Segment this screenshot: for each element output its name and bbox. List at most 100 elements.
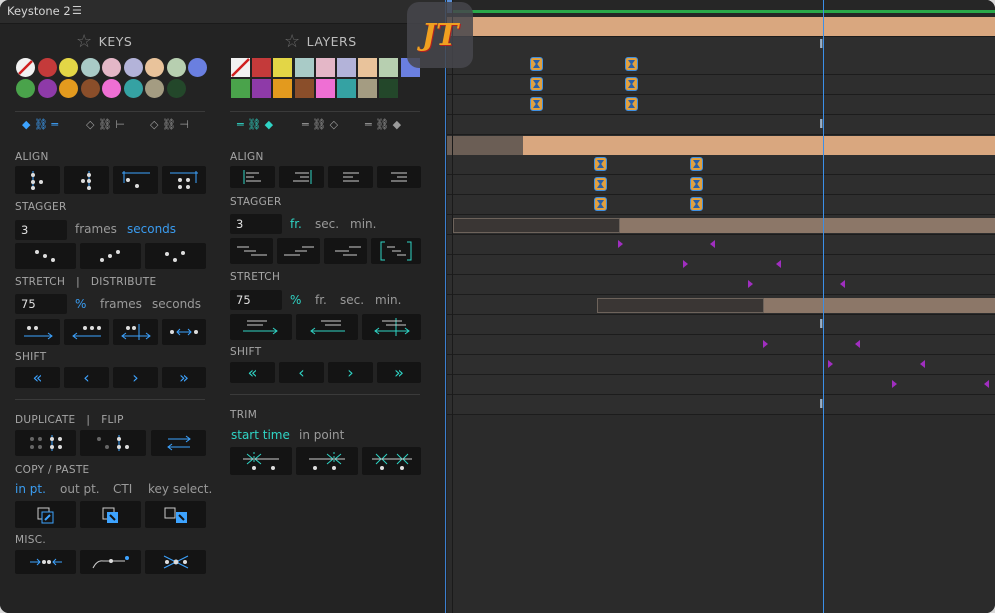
- keys-align-center-button[interactable]: [64, 166, 109, 194]
- layer-bar-row-3[interactable]: [447, 215, 995, 235]
- keys-stretch-percent-option[interactable]: %: [75, 297, 86, 311]
- paste-replace-button[interactable]: [145, 501, 206, 528]
- keyframe-hold[interactable]: [625, 97, 638, 111]
- keyframe-linear[interactable]: [748, 280, 753, 288]
- star-icon[interactable]: ☆: [284, 31, 301, 52]
- star-icon[interactable]: ☆: [76, 31, 93, 52]
- layers-stagger-input[interactable]: 3: [230, 214, 282, 234]
- keys-stretch-right-button[interactable]: [15, 319, 60, 345]
- layers-stagger-forward-button[interactable]: [230, 238, 273, 264]
- layers-stagger-frames-option[interactable]: fr.: [290, 217, 302, 231]
- layers-shift-right-button[interactable]: ›: [328, 362, 373, 383]
- layer-bar-active[interactable]: [764, 298, 995, 313]
- work-area-bar[interactable]: [447, 10, 995, 13]
- keys-shift-right-button[interactable]: ›: [113, 367, 158, 388]
- keyframe-linear[interactable]: [840, 280, 845, 288]
- layers-stretch-center-button[interactable]: [362, 314, 421, 340]
- color-swatch[interactable]: [59, 79, 78, 98]
- keyframe-linear[interactable]: [828, 360, 833, 368]
- keys-stagger-random-button[interactable]: [145, 243, 206, 269]
- mode-chain-icon[interactable]: ◇ ⛓ ⊢: [86, 118, 125, 131]
- layers-stretch-percent-option[interactable]: %: [290, 293, 301, 307]
- keys-stretch-frames-option[interactable]: frames: [100, 297, 142, 311]
- keyframe-hold[interactable]: [594, 177, 607, 191]
- keys-shift-left-button[interactable]: ‹: [64, 367, 109, 388]
- label-color-swatch[interactable]: [231, 79, 250, 98]
- color-swatch[interactable]: [123, 58, 143, 77]
- copy-cti-option[interactable]: CTI: [113, 482, 132, 496]
- keyframe-linear[interactable]: [776, 260, 781, 268]
- color-swatch[interactable]: [37, 58, 57, 77]
- keys-shift-far-left-button[interactable]: «: [15, 367, 60, 388]
- misc-collapse-button[interactable]: [15, 550, 76, 574]
- keyframe-linear[interactable]: [892, 380, 897, 388]
- layers-shift-far-left-button[interactable]: «: [230, 362, 275, 383]
- label-color-swatch[interactable]: [315, 79, 335, 98]
- keys-stretch-left-button[interactable]: [64, 319, 109, 345]
- layers-stagger-backward-button[interactable]: [277, 238, 320, 264]
- label-color-swatch[interactable]: [294, 79, 314, 98]
- layer-mode-chain-icon[interactable]: ═ ⛓ ◇: [302, 118, 338, 131]
- keys-distribute-button[interactable]: [162, 319, 206, 345]
- keyframe-hold[interactable]: [530, 77, 543, 91]
- trim-in-button[interactable]: [230, 447, 292, 475]
- color-swatch[interactable]: [37, 79, 57, 98]
- label-color-swatch[interactable]: [252, 58, 272, 77]
- no-color-swatch[interactable]: [231, 58, 250, 77]
- keys-stagger-seconds-option[interactable]: seconds: [127, 222, 176, 236]
- current-time-indicator[interactable]: [823, 0, 824, 613]
- hamburger-icon[interactable]: ☰: [72, 4, 82, 17]
- color-swatch[interactable]: [102, 58, 121, 77]
- trim-in-point-option[interactable]: in point: [299, 428, 344, 442]
- label-color-swatch[interactable]: [315, 58, 335, 77]
- copy-in-point-option[interactable]: in pt.: [15, 482, 46, 496]
- keys-stagger-input[interactable]: 3: [15, 220, 67, 240]
- keyframe-hold[interactable]: [690, 197, 703, 211]
- layers-stretch-seconds-option[interactable]: sec.: [340, 293, 364, 307]
- layers-align-out-button[interactable]: [377, 166, 421, 188]
- keys-align-spread-button[interactable]: [162, 166, 206, 194]
- keyframe-hold[interactable]: [530, 57, 543, 71]
- keyframe-hold[interactable]: [594, 157, 607, 171]
- layers-stretch-left-button[interactable]: [296, 314, 358, 340]
- color-swatch[interactable]: [80, 58, 100, 77]
- layer-mode-unlinked-icon[interactable]: ═ ⛓ ◆: [365, 118, 401, 131]
- color-swatch[interactable]: [80, 79, 100, 98]
- color-swatch[interactable]: [166, 58, 186, 77]
- keyframe-linear[interactable]: [710, 240, 715, 248]
- layers-stagger-sequence-button[interactable]: [371, 238, 421, 264]
- misc-delete-button[interactable]: [145, 550, 206, 574]
- keys-flip-button[interactable]: [151, 430, 206, 456]
- color-swatch[interactable]: [123, 79, 143, 98]
- layers-stagger-minutes-option[interactable]: min.: [350, 217, 376, 231]
- keys-align-top-button[interactable]: [113, 166, 158, 194]
- label-color-swatch[interactable]: [337, 79, 356, 98]
- color-swatch[interactable]: [145, 58, 164, 77]
- layers-stretch-input[interactable]: 75: [230, 290, 282, 310]
- label-color-swatch[interactable]: [273, 79, 293, 98]
- keyframe-linear[interactable]: [683, 260, 688, 268]
- keyframe-hold[interactable]: [594, 197, 607, 211]
- color-swatch[interactable]: [188, 58, 207, 77]
- layer-bar-row-1[interactable]: [447, 17, 995, 37]
- layers-shift-far-right-button[interactable]: »: [377, 362, 421, 383]
- keyframe-linear[interactable]: [618, 240, 623, 248]
- layers-align-right-button[interactable]: [279, 166, 324, 188]
- copy-keys-button[interactable]: [15, 501, 76, 528]
- label-color-swatch[interactable]: [252, 79, 272, 98]
- layer-bar-row-2[interactable]: [447, 136, 995, 156]
- trim-out-button[interactable]: [296, 447, 358, 475]
- keys-stagger-frames-option[interactable]: frames: [75, 222, 117, 236]
- copy-out-point-option[interactable]: out pt.: [60, 482, 100, 496]
- label-color-swatch[interactable]: [358, 79, 378, 98]
- misc-easing-button[interactable]: [80, 550, 141, 574]
- layers-stagger-random-button[interactable]: [324, 238, 367, 264]
- keyframe-linear[interactable]: [920, 360, 925, 368]
- keyframe-hold[interactable]: [625, 57, 638, 71]
- trim-start-time-option[interactable]: start time: [231, 428, 290, 442]
- keyframe-hold[interactable]: [690, 177, 703, 191]
- keyframe-linear[interactable]: [763, 340, 768, 348]
- layers-stretch-minutes-option[interactable]: min.: [375, 293, 401, 307]
- layer-mode-linked-icon[interactable]: ═ ⛓ ◆: [237, 118, 273, 131]
- keyframe-hold[interactable]: [625, 77, 638, 91]
